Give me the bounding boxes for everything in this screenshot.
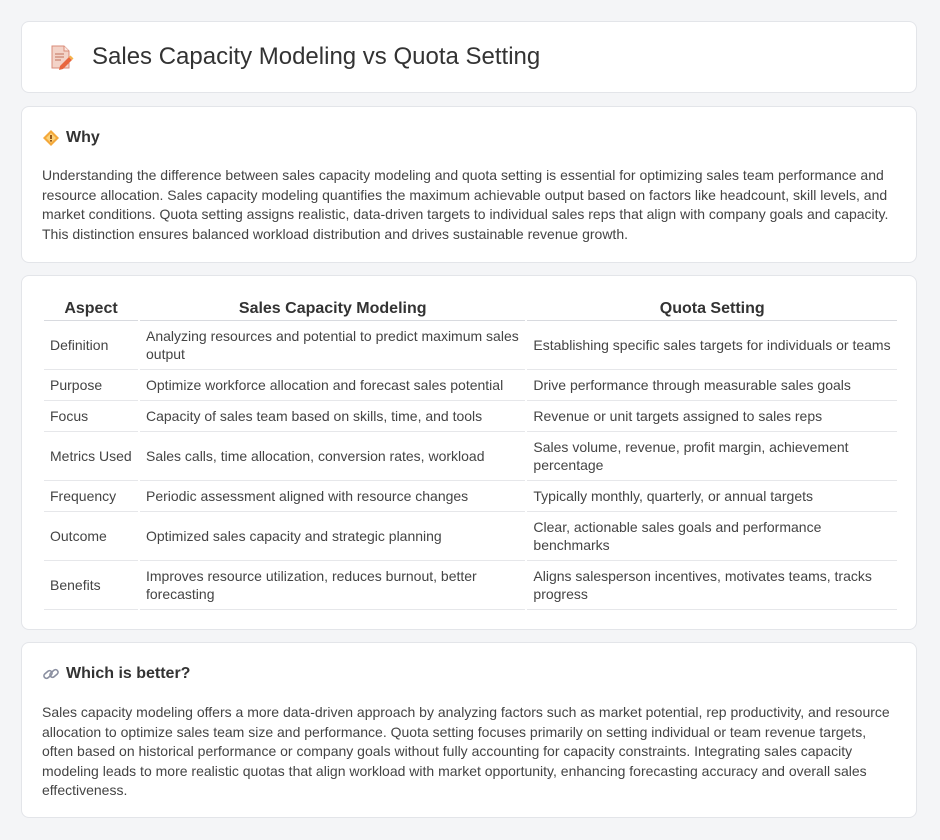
- comparison-card: Aspect Sales Capacity Modeling Quota Set…: [21, 275, 917, 630]
- diamond-warning-icon: [43, 130, 59, 146]
- table-header-row: Aspect Sales Capacity Modeling Quota Set…: [44, 298, 897, 321]
- capacity-cell: Optimize workforce allocation and foreca…: [140, 370, 526, 401]
- capacity-cell: Periodic assessment aligned with resourc…: [140, 481, 526, 512]
- table-row: Benefits Improves resource utilization, …: [44, 561, 897, 610]
- table-row: Frequency Periodic assessment aligned wi…: [44, 481, 897, 512]
- table-row: Purpose Optimize workforce allocation an…: [44, 370, 897, 401]
- table-row: Outcome Optimized sales capacity and str…: [44, 512, 897, 561]
- table-row: Focus Capacity of sales team based on sk…: [44, 401, 897, 432]
- header-card: Sales Capacity Modeling vs Quota Setting: [21, 21, 917, 93]
- aspect-cell: Definition: [44, 321, 138, 370]
- page-title: Sales Capacity Modeling vs Quota Setting: [92, 43, 541, 70]
- capacity-cell: Improves resource utilization, reduces b…: [140, 561, 526, 610]
- capacity-cell: Optimized sales capacity and strategic p…: [140, 512, 526, 561]
- why-paragraph: Understanding the difference between sal…: [42, 167, 889, 242]
- capacity-cell: Capacity of sales team based on skills, …: [140, 401, 526, 432]
- quota-cell: Drive performance through measurable sal…: [527, 370, 897, 401]
- title-row: Sales Capacity Modeling vs Quota Setting: [46, 42, 540, 72]
- header-quota-setting: Quota Setting: [527, 298, 897, 321]
- quota-cell: Clear, actionable sales goals and perfor…: [527, 512, 897, 561]
- better-title: Which is better?: [66, 665, 191, 682]
- quota-cell: Typically monthly, quarterly, or annual …: [527, 481, 897, 512]
- table-row: Definition Analyzing resources and poten…: [44, 321, 897, 370]
- link-icon: [43, 668, 59, 680]
- table-row: Metrics Used Sales calls, time allocatio…: [44, 432, 897, 481]
- aspect-cell: Focus: [44, 401, 138, 432]
- why-section: Why Understanding the difference between…: [21, 106, 917, 263]
- why-title: Why: [66, 129, 100, 146]
- quota-cell: Revenue or unit targets assigned to sale…: [527, 401, 897, 432]
- aspect-cell: Frequency: [44, 481, 138, 512]
- aspect-cell: Benefits: [44, 561, 138, 610]
- capacity-cell: Sales calls, time allocation, conversion…: [140, 432, 526, 481]
- aspect-cell: Purpose: [44, 370, 138, 401]
- quota-cell: Establishing specific sales targets for …: [527, 321, 897, 370]
- header-aspect: Aspect: [44, 298, 138, 321]
- better-paragraph: Sales capacity modeling offers a more da…: [42, 704, 890, 798]
- quota-cell: Sales volume, revenue, profit margin, ac…: [527, 432, 897, 481]
- aspect-cell: Outcome: [44, 512, 138, 561]
- aspect-cell: Metrics Used: [44, 432, 138, 481]
- comparison-table: Aspect Sales Capacity Modeling Quota Set…: [42, 298, 899, 610]
- document-pencil-icon: [51, 45, 74, 70]
- which-is-better-section: Which is better? Sales capacity modeling…: [21, 642, 917, 818]
- quota-cell: Aligns salesperson incentives, motivates…: [527, 561, 897, 610]
- better-heading: Which is better?: [42, 664, 190, 684]
- header-sales-capacity-modeling: Sales Capacity Modeling: [140, 298, 526, 321]
- capacity-cell: Analyzing resources and potential to pre…: [140, 321, 526, 370]
- why-heading: Why: [42, 128, 100, 148]
